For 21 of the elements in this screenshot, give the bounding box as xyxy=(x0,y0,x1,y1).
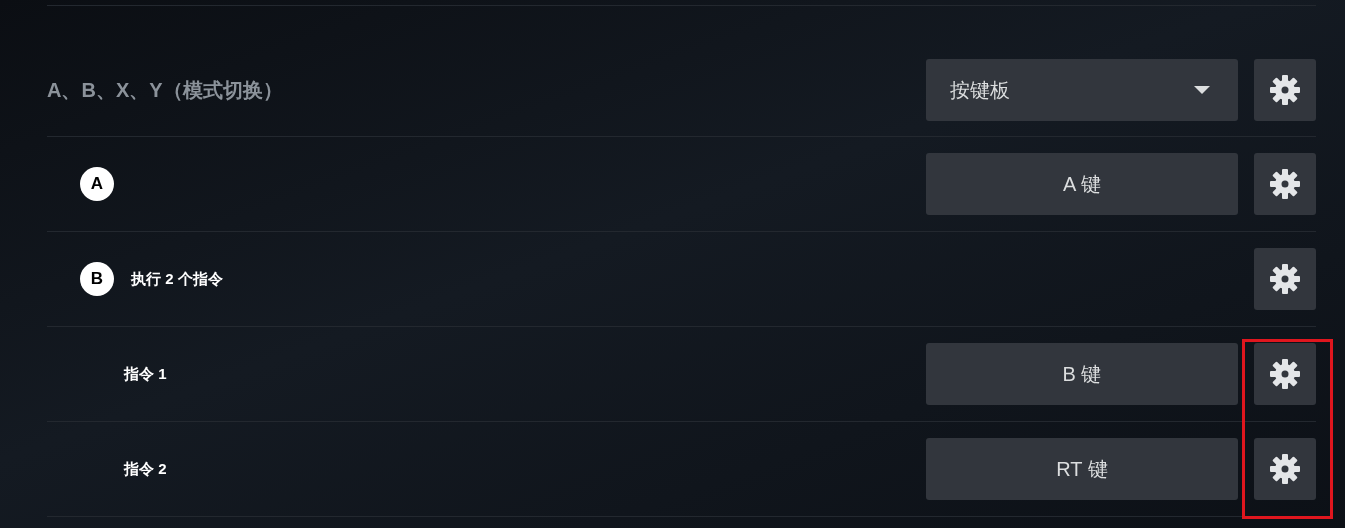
command-label: 指令 1 xyxy=(124,363,167,384)
mode-dropdown[interactable]: 按键板 xyxy=(926,59,1238,121)
settings-button[interactable] xyxy=(1254,59,1316,121)
settings-icon xyxy=(1270,169,1300,199)
caret-icon xyxy=(1194,86,1210,94)
settings-button[interactable] xyxy=(1254,248,1316,310)
binding-button[interactable]: B 键 xyxy=(926,343,1238,405)
settings-button[interactable] xyxy=(1254,153,1316,215)
settings-icon xyxy=(1270,264,1300,294)
settings-button[interactable] xyxy=(1254,438,1316,500)
button-badge: A xyxy=(80,167,114,201)
settings-icon xyxy=(1270,75,1300,105)
row-label: 执行 2 个指令 xyxy=(131,268,223,289)
section-title: A、B、X、Y（模式切换） xyxy=(47,78,284,103)
settings-icon xyxy=(1270,454,1300,484)
settings-button[interactable] xyxy=(1254,343,1316,405)
settings-icon xyxy=(1270,359,1300,389)
command-label: 指令 2 xyxy=(124,458,167,479)
binding-button[interactable]: RT 键 xyxy=(926,438,1238,500)
button-badge: B xyxy=(80,262,114,296)
binding-button[interactable]: A 键 xyxy=(926,153,1238,215)
